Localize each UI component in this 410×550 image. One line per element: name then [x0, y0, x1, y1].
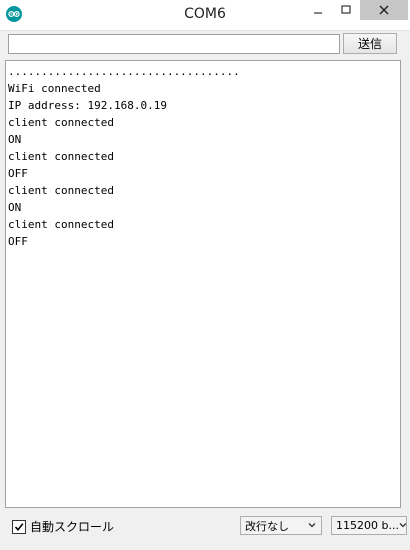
minimize-icon [314, 12, 322, 14]
chevron-down-icon [308, 523, 316, 528]
console-line: ................................... [8, 65, 240, 78]
console-line: client connected [8, 150, 114, 163]
close-icon [379, 5, 389, 15]
maximize-icon [341, 5, 351, 14]
autoscroll-toggle[interactable]: 自動スクロール [12, 518, 114, 535]
console-line: client connected [8, 218, 114, 231]
title-bar: COM6 [0, 0, 410, 31]
autoscroll-checkbox[interactable] [12, 519, 26, 534]
serial-send-input[interactable] [8, 34, 340, 54]
serial-output-area[interactable]: ................................... WiFi… [5, 60, 401, 508]
autoscroll-label: 自動スクロール [30, 520, 115, 534]
line-ending-select[interactable]: 改行なし [240, 516, 322, 535]
console-line: ON [8, 201, 22, 214]
minimize-button[interactable] [304, 0, 332, 20]
send-row: 送信 [0, 30, 410, 58]
console-line: client connected [8, 184, 114, 197]
status-bar: 自動スクロール 改行なし 115200 b... [0, 512, 410, 542]
baud-rate-value: 115200 b... [336, 519, 399, 532]
line-ending-value: 改行なし [245, 519, 289, 533]
console-line: WiFi connected [8, 82, 101, 95]
checkmark-icon [14, 522, 24, 531]
baud-rate-select[interactable]: 115200 b... [331, 516, 407, 535]
close-button[interactable] [360, 0, 408, 20]
send-button[interactable]: 送信 [343, 33, 397, 54]
console-line: OFF [8, 235, 28, 248]
console-line: ON [8, 133, 22, 146]
console-line: OFF [8, 167, 28, 180]
console-line: client connected [8, 116, 114, 129]
maximize-button[interactable] [332, 0, 360, 20]
chevron-down-icon [399, 523, 406, 528]
console-line: IP address: 192.168.0.19 [8, 99, 167, 112]
